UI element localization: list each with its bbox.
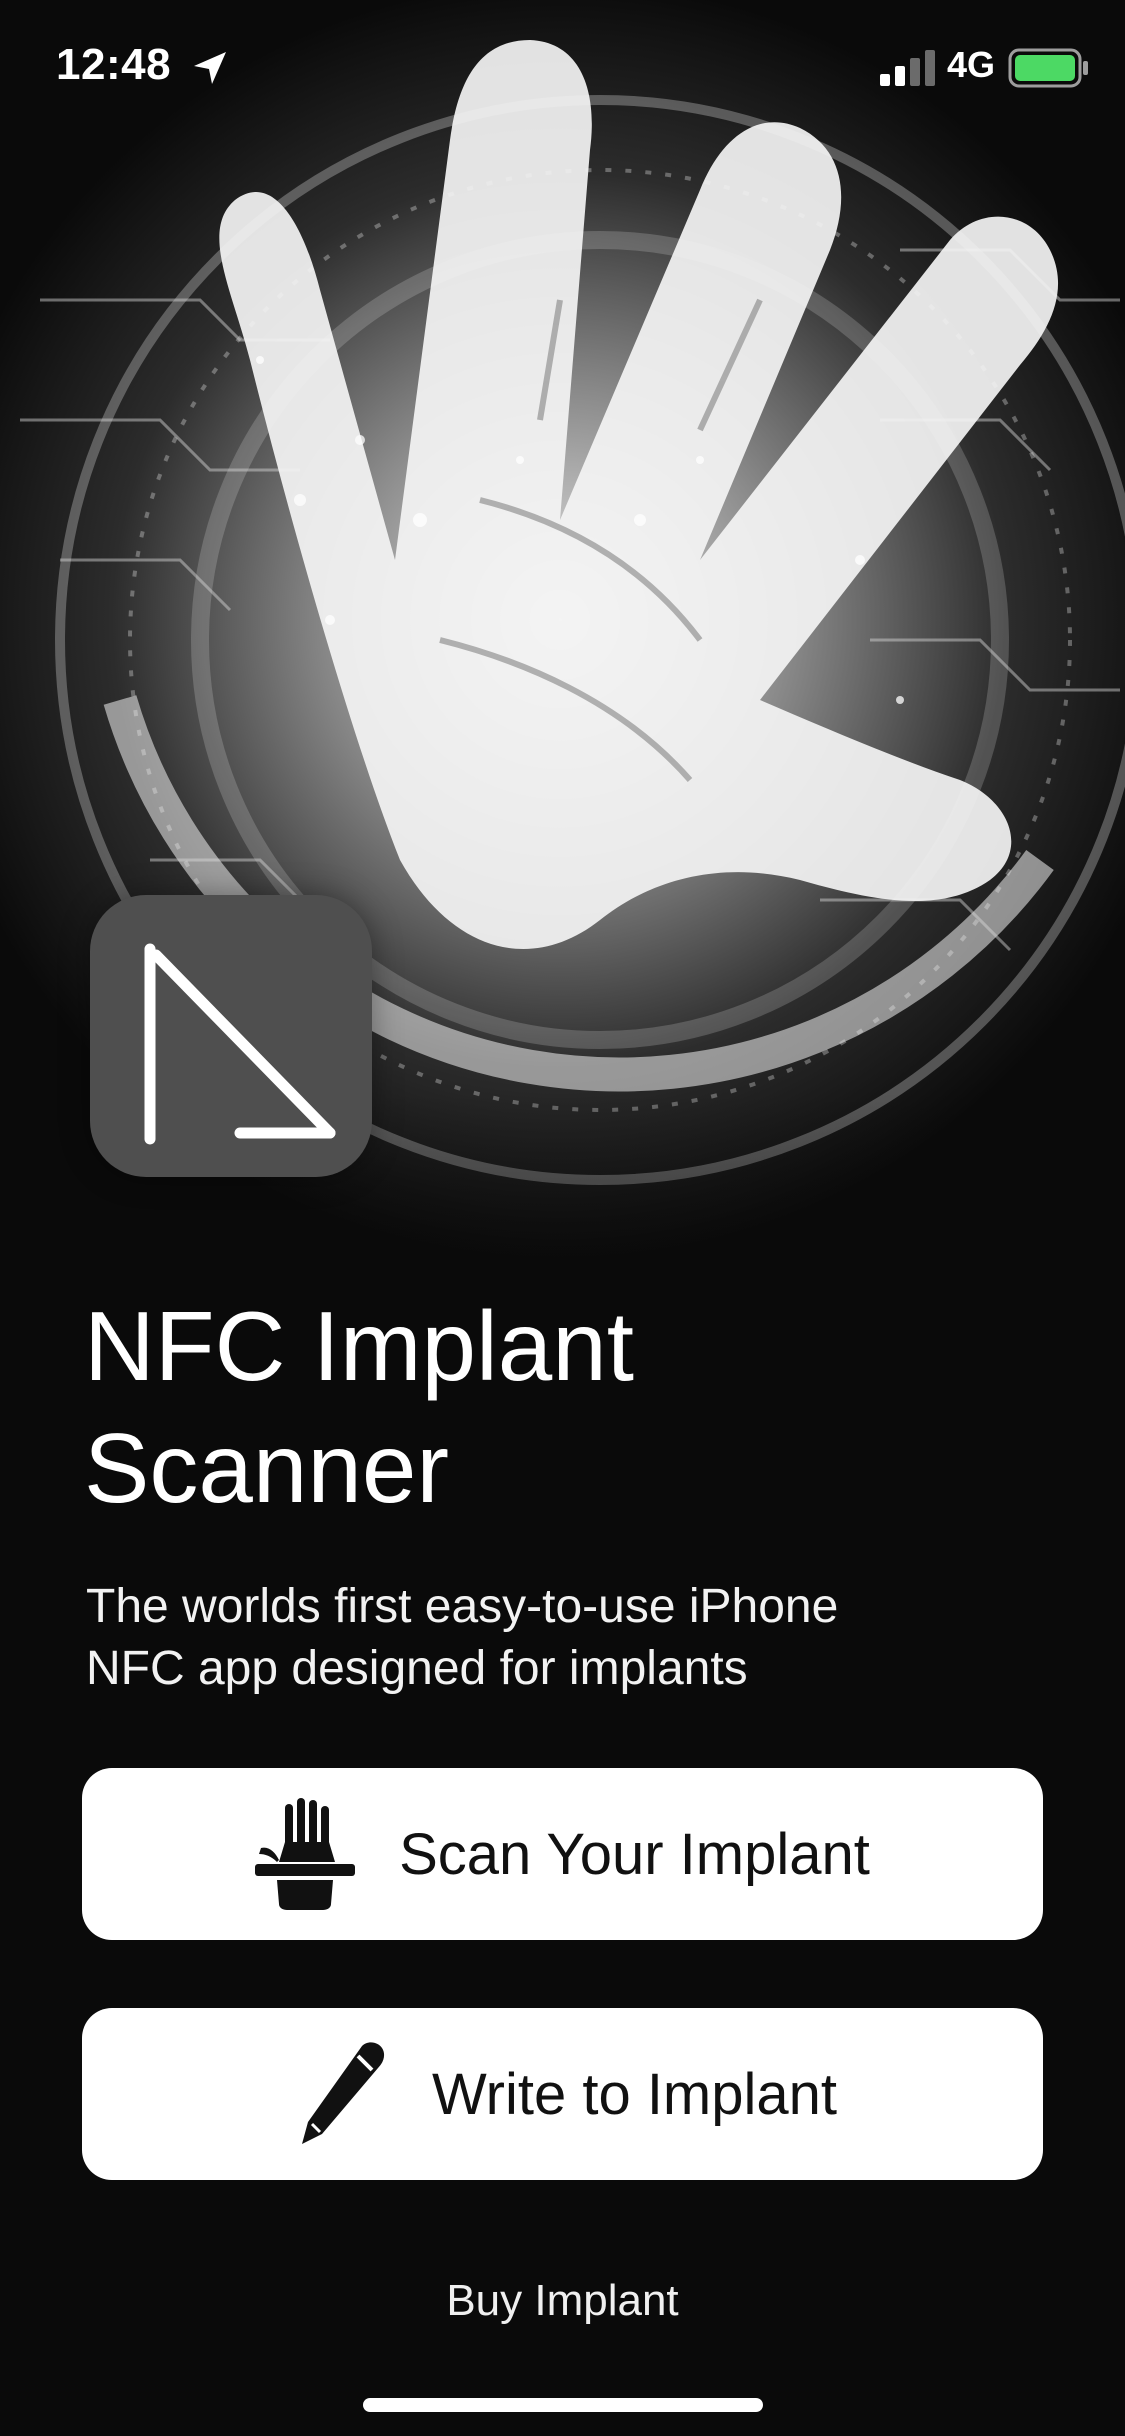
pencil-icon: [301, 2042, 385, 2144]
scan-implant-button[interactable]: Scan Your Implant: [82, 1768, 1043, 1940]
network-type: 4G: [947, 44, 996, 85]
app-title-line-1: NFC Implant: [84, 1291, 635, 1401]
home-indicator[interactable]: [363, 2398, 763, 2412]
cellular-signal-icon: [880, 50, 935, 86]
buy-implant-link[interactable]: Buy Implant: [0, 2276, 1125, 2326]
scan-implant-label: Scan Your Implant: [399, 1821, 870, 1887]
battery-icon: [1008, 48, 1088, 88]
write-implant-button[interactable]: Write to Implant: [82, 2008, 1043, 2180]
status-time: 12:48: [56, 40, 172, 89]
status-bar: 12:48 4G: [0, 0, 1125, 130]
nfc-scanner-home-screen: 12:48 4G NFC Implant Scanner The worlds …: [0, 0, 1125, 2436]
app-logo-icon: [90, 895, 372, 1177]
app-subtitle: The worlds first easy-to-use iPhone NFC …: [86, 1576, 986, 1700]
write-implant-label: Write to Implant: [431, 2061, 838, 2127]
app-subtitle-line-2: NFC app designed for implants: [86, 1642, 748, 1695]
location-arrow-icon: [194, 52, 226, 84]
app-subtitle-line-1: The worlds first easy-to-use iPhone: [86, 1580, 839, 1633]
hand-scan-icon: [255, 1798, 356, 1910]
app-title-line-2: Scanner: [84, 1413, 450, 1523]
app-title: NFC Implant Scanner: [84, 1285, 984, 1529]
